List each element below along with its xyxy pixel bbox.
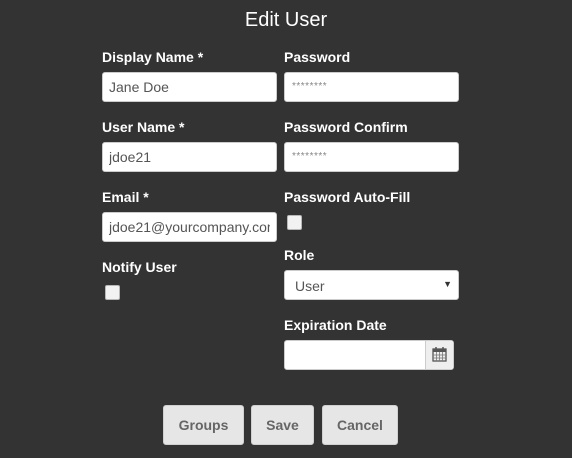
- role-selected-value: User: [295, 278, 325, 294]
- calendar-icon: [432, 347, 447, 362]
- notify-user-label: Notify User: [102, 259, 177, 275]
- user-name-label: User Name *: [102, 119, 185, 135]
- password-mask: ********: [292, 81, 328, 92]
- password-input[interactable]: ********: [284, 72, 459, 102]
- groups-button[interactable]: Groups: [163, 405, 244, 445]
- save-button[interactable]: Save: [251, 405, 314, 445]
- email-input[interactable]: [102, 212, 277, 242]
- cancel-button[interactable]: Cancel: [322, 405, 398, 445]
- notify-user-checkbox[interactable]: [105, 285, 120, 300]
- expiration-date-field[interactable]: [284, 340, 454, 370]
- password-autofill-label: Password Auto-Fill: [284, 189, 411, 205]
- display-name-input[interactable]: [102, 72, 277, 102]
- password-confirm-label: Password Confirm: [284, 119, 408, 135]
- password-confirm-input[interactable]: ********: [284, 142, 459, 172]
- password-autofill-checkbox[interactable]: [287, 215, 302, 230]
- role-label: Role: [284, 247, 315, 263]
- role-select[interactable]: User ▼: [284, 270, 459, 300]
- calendar-button[interactable]: [425, 341, 453, 369]
- password-confirm-mask: ********: [292, 151, 328, 162]
- dialog-title: Edit User: [244, 9, 328, 31]
- user-name-input[interactable]: [102, 142, 277, 172]
- password-label: Password: [284, 49, 351, 65]
- caret-down-icon: ▼: [443, 279, 452, 289]
- display-name-label: Display Name *: [102, 49, 204, 65]
- expiration-date-label: Expiration Date: [284, 317, 387, 333]
- email-label: Email *: [102, 189, 149, 205]
